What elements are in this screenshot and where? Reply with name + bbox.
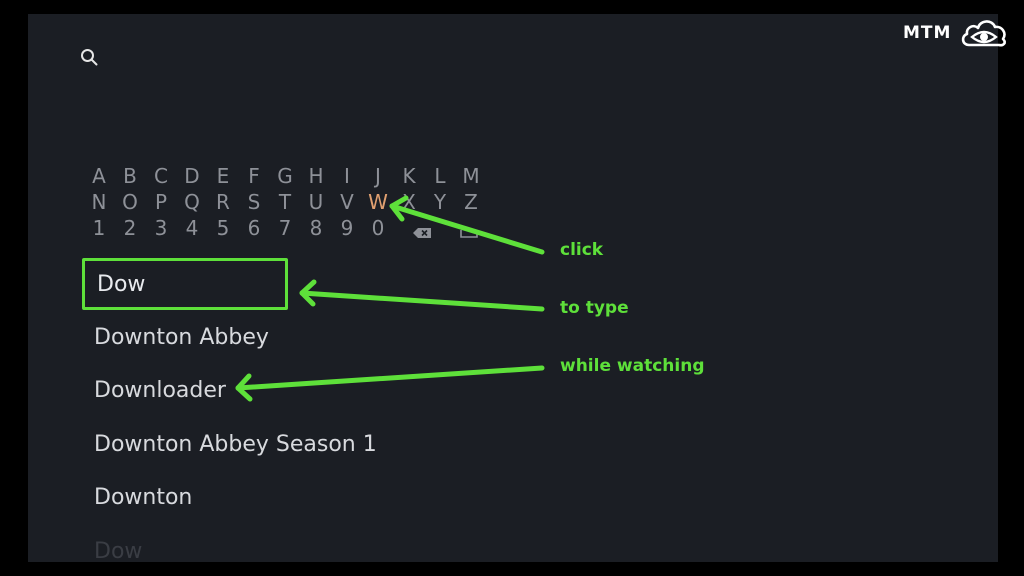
backspace-icon[interactable] xyxy=(413,228,431,238)
key-z[interactable]: Z xyxy=(460,190,482,214)
brand-text: MTM xyxy=(903,23,952,43)
key-c[interactable]: C xyxy=(150,164,172,188)
key-l[interactable]: L xyxy=(429,164,451,188)
key-e[interactable]: E xyxy=(212,164,234,188)
key-1[interactable]: 1 xyxy=(88,216,110,240)
search-icon[interactable] xyxy=(80,48,98,66)
keyboard-row-letters-2: NOPQRSTUVWXYZ xyxy=(88,190,488,214)
key-m[interactable]: M xyxy=(460,164,482,188)
key-7[interactable]: 7 xyxy=(274,216,296,240)
key-4[interactable]: 4 xyxy=(181,216,203,240)
key-9[interactable]: 9 xyxy=(336,216,358,240)
key-k[interactable]: K xyxy=(398,164,420,188)
key-g[interactable]: G xyxy=(274,164,296,188)
key-j[interactable]: J xyxy=(367,164,389,188)
key-s[interactable]: S xyxy=(243,190,265,214)
key-3[interactable]: 3 xyxy=(150,216,172,240)
key-r[interactable]: R xyxy=(212,190,234,214)
keyboard-row-digits: 1234567890 xyxy=(88,216,488,240)
key-b[interactable]: B xyxy=(119,164,141,188)
key-5[interactable]: 5 xyxy=(212,216,234,240)
key-x[interactable]: X xyxy=(398,190,420,214)
suggestion-item[interactable]: Downton xyxy=(82,474,462,522)
space-icon[interactable] xyxy=(460,228,478,238)
annotation-while-watching: while watching xyxy=(560,356,705,376)
annotation-click: click xyxy=(560,240,604,260)
key-t[interactable]: T xyxy=(274,190,296,214)
key-u[interactable]: U xyxy=(305,190,327,214)
key-n[interactable]: N xyxy=(88,190,110,214)
key-v[interactable]: V xyxy=(336,190,358,214)
brand-logo: MTM xyxy=(903,16,1009,50)
annotation-to-type: to type xyxy=(560,298,629,318)
key-f[interactable]: F xyxy=(243,164,265,188)
key-y[interactable]: Y xyxy=(429,190,451,214)
key-h[interactable]: H xyxy=(305,164,327,188)
key-6[interactable]: 6 xyxy=(243,216,265,240)
key-8[interactable]: 8 xyxy=(305,216,327,240)
key-d[interactable]: D xyxy=(181,164,203,188)
key-2[interactable]: 2 xyxy=(119,216,141,240)
key-q[interactable]: Q xyxy=(181,190,203,214)
keyboard-row-letters-1: ABCDEFGHIJKLM xyxy=(88,164,488,188)
key-w[interactable]: W xyxy=(367,190,389,214)
suggestion-item[interactable]: Downton Abbey Season 1 xyxy=(82,421,462,469)
suggestion-item[interactable]: Dow xyxy=(82,258,288,310)
suggestion-item[interactable]: Dow xyxy=(82,528,462,564)
key-o[interactable]: O xyxy=(119,190,141,214)
key-i[interactable]: I xyxy=(336,164,358,188)
key-0[interactable]: 0 xyxy=(367,216,389,240)
cloud-eye-icon xyxy=(962,20,1007,47)
key-p[interactable]: P xyxy=(150,190,172,214)
suggestion-item[interactable]: Downloader xyxy=(82,367,462,415)
suggestion-item[interactable]: Downton Abbey xyxy=(82,314,462,362)
key-a[interactable]: A xyxy=(88,164,110,188)
